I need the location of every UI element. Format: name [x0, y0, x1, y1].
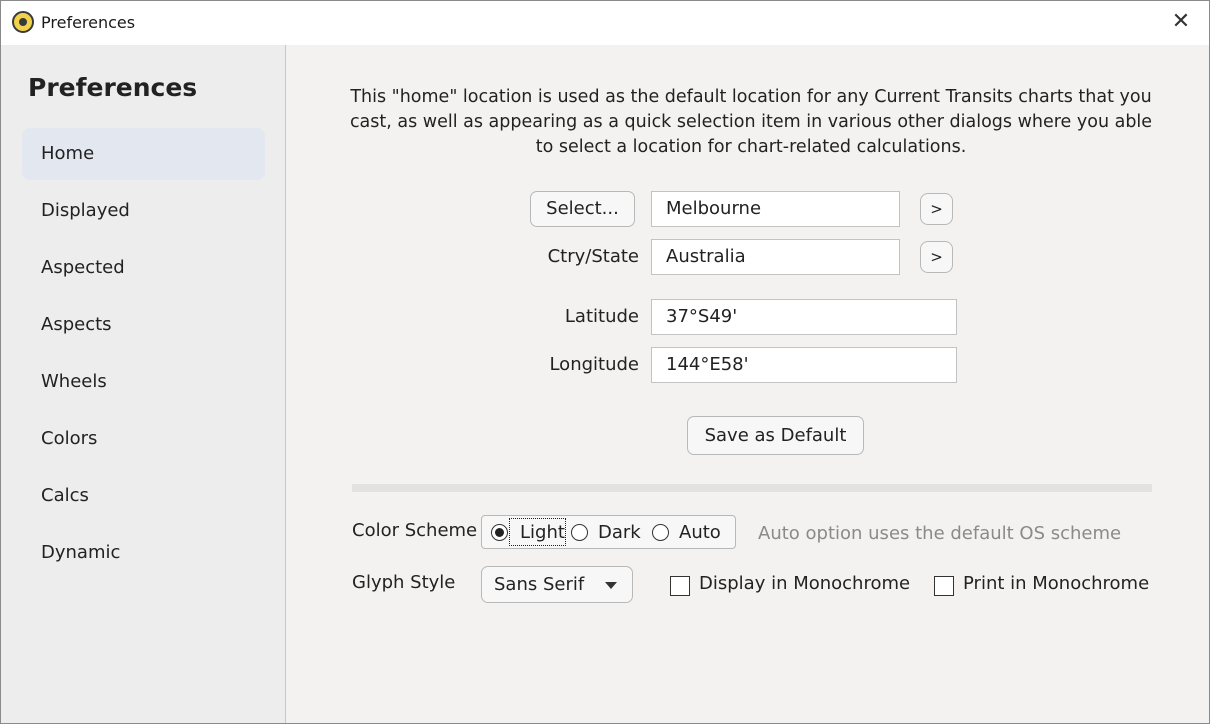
print-monochrome-label[interactable]: Print in Monochrome — [963, 573, 1149, 594]
sidebar-item-home[interactable]: Home — [22, 128, 265, 180]
print-monochrome-checkbox[interactable] — [934, 576, 954, 596]
auto-radio-label[interactable]: Auto — [679, 522, 721, 543]
dark-radio[interactable] — [571, 524, 588, 541]
sidebar-title: Preferences — [28, 73, 198, 102]
sidebar-item-aspected[interactable]: Aspected — [22, 242, 265, 294]
color-scheme-hint: Auto option uses the default OS scheme — [758, 523, 1122, 544]
longitude-field[interactable]: 144°E58' — [651, 347, 957, 383]
light-radio-label[interactable]: Light — [520, 522, 565, 543]
display-monochrome-checkbox[interactable] — [670, 576, 690, 596]
glyph-style-label: Glyph Style — [352, 572, 456, 593]
chevron-down-icon — [605, 582, 617, 589]
latitude-field[interactable]: 37°S49' — [651, 299, 957, 335]
preferences-window: Preferences ✕ Preferences Home Displayed… — [0, 0, 1210, 724]
sidebar-item-colors[interactable]: Colors — [22, 413, 265, 465]
app-logo-icon — [12, 11, 34, 33]
auto-radio[interactable] — [652, 524, 669, 541]
country-field[interactable]: Australia — [651, 239, 900, 275]
display-monochrome-label[interactable]: Display in Monochrome — [699, 573, 910, 594]
color-scheme-label: Color Scheme — [352, 520, 478, 541]
dark-radio-label[interactable]: Dark — [598, 522, 641, 543]
glyph-style-select[interactable]: Sans Serif — [481, 566, 633, 603]
city-expand-button[interactable]: > — [920, 193, 953, 225]
color-scheme-radio-group: Light Dark Auto — [481, 515, 736, 549]
save-as-default-button[interactable]: Save as Default — [687, 416, 864, 455]
sidebar: Preferences Home Displayed Aspected Aspe… — [1, 45, 286, 723]
sidebar-item-aspects[interactable]: Aspects — [22, 299, 265, 351]
close-icon[interactable]: ✕ — [1167, 9, 1195, 37]
sidebar-item-displayed[interactable]: Displayed — [22, 185, 265, 237]
sidebar-item-dynamic[interactable]: Dynamic — [22, 527, 265, 579]
sidebar-item-calcs[interactable]: Calcs — [22, 470, 265, 522]
longitude-label: Longitude — [549, 354, 639, 375]
section-divider — [352, 484, 1152, 492]
country-expand-button[interactable]: > — [920, 241, 953, 273]
window-title: Preferences — [41, 13, 136, 32]
city-field[interactable]: Melbourne — [651, 191, 900, 227]
glyph-style-value: Sans Serif — [494, 574, 585, 595]
home-settings-panel: This "home" location is used as the defa… — [287, 45, 1209, 723]
title-bar: Preferences ✕ — [1, 1, 1209, 45]
home-description: This "home" location is used as the defa… — [349, 87, 1153, 157]
select-location-button[interactable]: Select... — [530, 191, 635, 227]
country-label: Ctry/State — [547, 246, 639, 267]
latitude-label: Latitude — [564, 306, 639, 327]
light-radio[interactable] — [491, 524, 508, 541]
sidebar-item-wheels[interactable]: Wheels — [22, 356, 265, 408]
